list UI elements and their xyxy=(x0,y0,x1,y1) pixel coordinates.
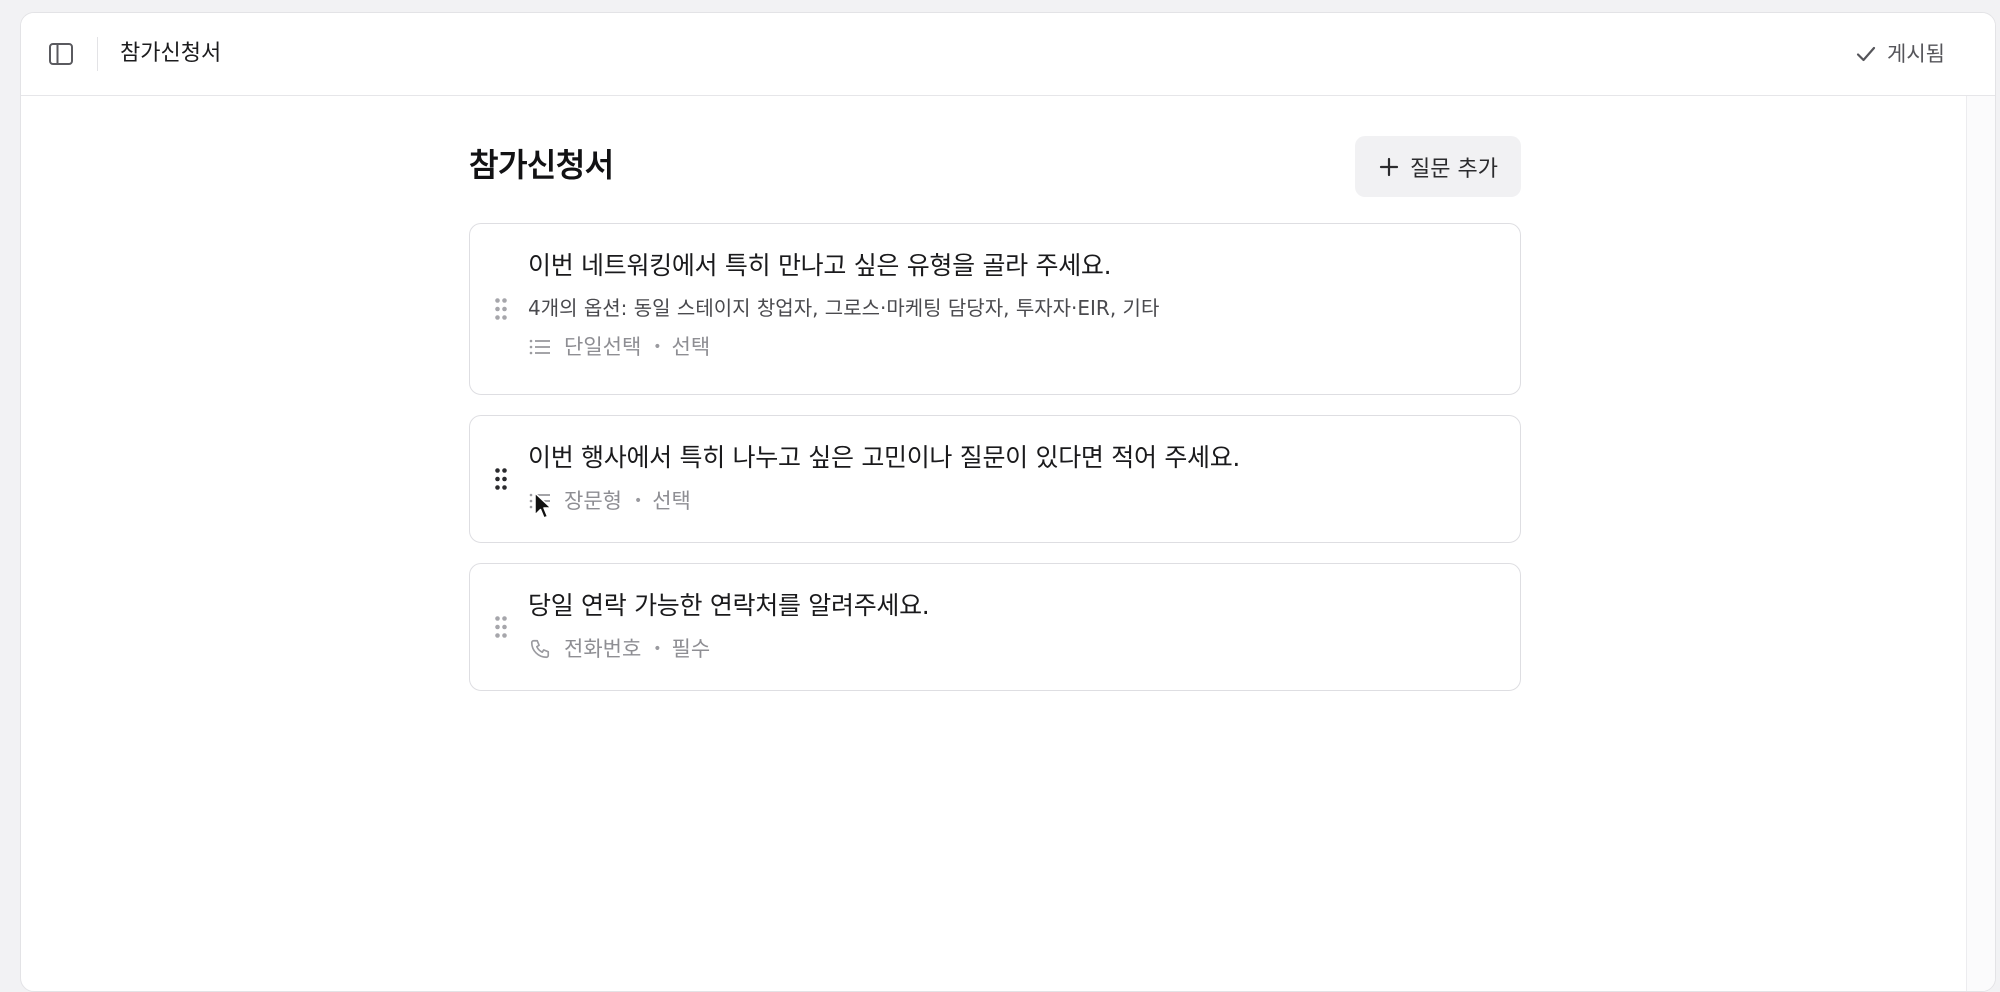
question-list: 이번 네트워킹에서 특히 만나고 싶은 유형을 골라 주세요. 4개의 옵션: … xyxy=(469,223,1521,711)
sidebar-toggle-icon xyxy=(49,43,73,65)
topbar-divider xyxy=(97,37,98,71)
question-options-summary: 4개의 옵션: 동일 스테이지 창업자, 그로스·마케팅 담당자, 투자자·EI… xyxy=(528,296,1160,320)
question-meta: 장문형 • 선택 xyxy=(528,486,1496,516)
question-title: 이번 네트워킹에서 특히 만나고 싶은 유형을 골라 주세요. xyxy=(528,251,1112,280)
meta-separator: • xyxy=(653,641,662,657)
question-type-label: 전화번호 xyxy=(564,637,642,661)
drag-handle-icon[interactable] xyxy=(494,297,508,321)
question-meta: 전화번호 • 필수 xyxy=(528,634,1496,664)
app-window: 참가신청서 게시됨 참가신청서 질문 추가 이번 네트워킹에서 특히 만나고 싶… xyxy=(20,12,1996,992)
meta-separator: • xyxy=(633,493,643,509)
add-question-label: 질문 추가 xyxy=(1410,156,1498,182)
phone-icon xyxy=(528,637,552,661)
check-icon xyxy=(1856,46,1876,62)
drag-handle-icon[interactable] xyxy=(494,615,508,639)
drag-handle-icon[interactable] xyxy=(494,467,508,491)
question-type-label: 장문형 xyxy=(564,489,622,513)
published-status-label: 게시됨 xyxy=(1887,42,1945,66)
page-title: 참가신청서 xyxy=(469,146,614,184)
add-question-button[interactable]: 질문 추가 xyxy=(1355,136,1521,197)
meta-separator: • xyxy=(653,339,662,355)
published-status-button[interactable]: 게시됨 xyxy=(1855,39,1945,69)
question-meta: 단일선택 • 선택 xyxy=(528,332,1496,362)
question-requirement-label: 선택 xyxy=(652,489,691,513)
question-card[interactable]: 당일 연락 가능한 연락처를 알려주세요. 전화번호 • 필수 xyxy=(469,563,1521,691)
question-type-label: 단일선택 xyxy=(564,335,642,359)
topbar-title: 참가신청서 xyxy=(120,41,222,66)
list-icon xyxy=(528,335,552,359)
question-title: 이번 행사에서 특히 나누고 싶은 고민이나 질문이 있다면 적어 주세요. xyxy=(528,443,1241,472)
question-card[interactable]: 이번 행사에서 특히 나누고 싶은 고민이나 질문이 있다면 적어 주세요. 장… xyxy=(469,415,1521,543)
plus-icon xyxy=(1379,157,1399,176)
top-bar: 참가신청서 게시됨 xyxy=(21,13,1995,96)
question-requirement-label: 필수 xyxy=(671,637,711,661)
content-scrollbar[interactable] xyxy=(1966,96,1995,991)
question-title: 당일 연락 가능한 연락처를 알려주세요. xyxy=(528,591,930,620)
sidebar-toggle-button[interactable] xyxy=(47,40,75,68)
question-requirement-label: 선택 xyxy=(671,335,711,359)
list-icon xyxy=(528,489,552,513)
question-card[interactable]: 이번 네트워킹에서 특히 만나고 싶은 유형을 골라 주세요. 4개의 옵션: … xyxy=(469,223,1521,395)
